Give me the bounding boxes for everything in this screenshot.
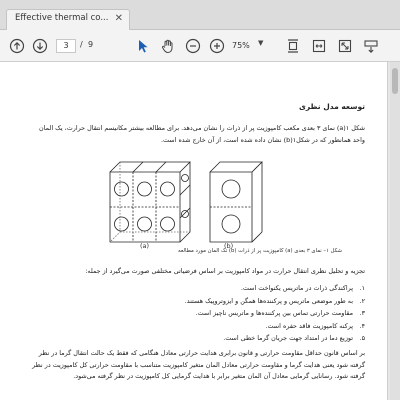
figure-label-a: (a) — [140, 242, 150, 250]
zoom-in-icon[interactable] — [208, 37, 226, 55]
fullscreen-icon[interactable] — [336, 37, 354, 55]
figure-drawing — [109, 161, 263, 243]
list-item: ۲.به طور موضعی ماتریس و پرکننده‌ها همگن … — [184, 296, 365, 305]
page-separator: / — [80, 40, 83, 49]
list-item: ۳.مقاومت حرارتی تماس بین پرکننده‌ها و ما… — [195, 309, 365, 317]
sign-icon[interactable] — [362, 37, 380, 55]
page-total: 9 — [88, 40, 94, 49]
arrow-up-circle-icon[interactable] — [8, 37, 26, 55]
arrow-down-circle-icon[interactable] — [31, 37, 49, 55]
paragraph-theory: بر اساس قانون حداقل مقاومت حرارتی و قانو… — [32, 349, 365, 380]
document-viewer[interactable]: توسعه مدل نظری شکل ۱(a) نمای ۳ بعدی مکعب… — [0, 62, 400, 400]
tab-document[interactable]: Effective thermal co... ✕ — [6, 9, 130, 30]
toolbar: 3 / 9 75% ▼ — [0, 30, 400, 62]
close-icon[interactable]: ✕ — [115, 13, 123, 24]
hand-icon[interactable] — [159, 37, 177, 55]
fit-width-icon[interactable] — [310, 37, 328, 55]
paragraph-intro: شکل ۱(a) نمای ۳ بعدی مکعب کامپوزیت پر از… — [39, 124, 365, 144]
chevron-down-icon[interactable]: ▼ — [258, 39, 263, 47]
scrollbar-thumb[interactable] — [392, 68, 398, 94]
zoom-select[interactable]: 75% — [232, 39, 272, 53]
tab-bar: Effective thermal co... ✕ — [0, 0, 400, 30]
assumptions-list: ۱.پراکندگی ذرات در ماتریس یکنواخت است. ۲… — [45, 282, 365, 345]
page-number-input[interactable]: 3 — [56, 39, 76, 53]
vertical-scrollbar[interactable] — [390, 62, 400, 400]
fit-page-icon[interactable] — [284, 37, 302, 55]
figure-composite-cube: (a) (b) — [98, 158, 288, 250]
pointer-icon[interactable] — [134, 37, 152, 55]
list-item: ۱.پراکندگی ذرات در ماتریس یکنواخت است. — [240, 284, 365, 292]
section-heading: توسعه مدل نظری — [298, 102, 365, 111]
tab-title: Effective thermal co... — [15, 13, 109, 23]
pdf-page: توسعه مدل نظری شکل ۱(a) نمای ۳ بعدی مکعب… — [0, 62, 388, 400]
zoom-out-icon[interactable] — [184, 37, 202, 55]
list-item: ۵.توزیع دما در امتداد جهت جریان گرما خطی… — [223, 334, 365, 342]
list-item: ۴.پرکنه کامپوزیت فاقد حفره است. — [265, 321, 365, 330]
paragraph-assumptions: تجزیه و تحلیل نظری انتقال حرارت در مواد … — [85, 267, 365, 275]
figure-caption: شکل ۱– نمای ۳ بعدی (a) کامپوزیت پر از ذر… — [178, 248, 342, 254]
